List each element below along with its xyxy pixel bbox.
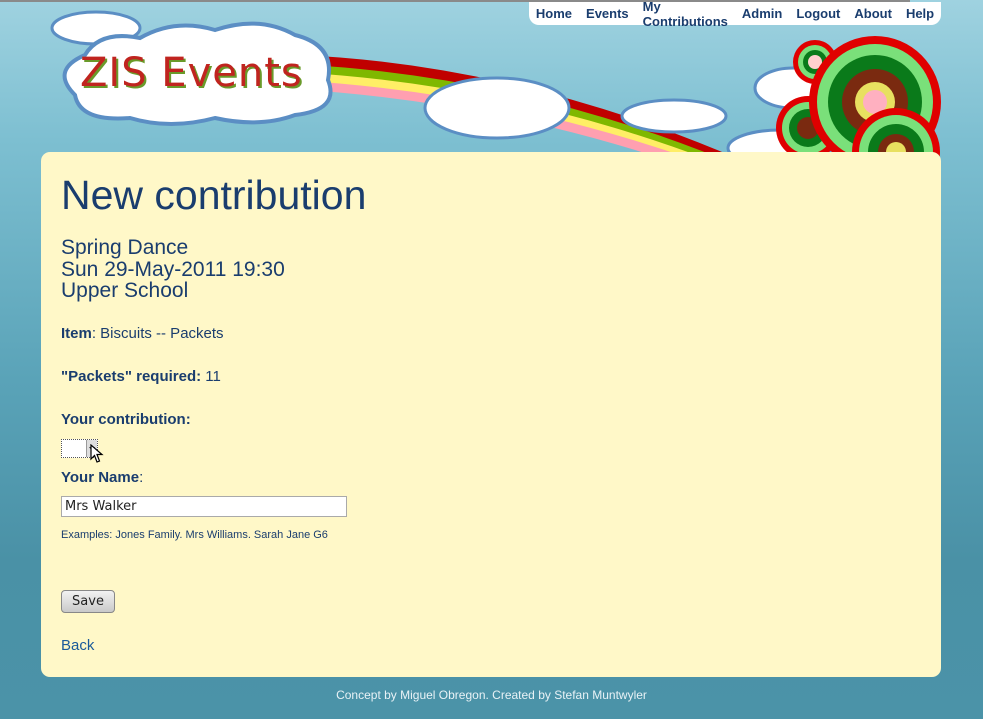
name-examples-hint: Examples: Jones Family. Mrs Williams. Sa…	[61, 529, 328, 541]
target-circles-graphic	[776, 36, 941, 160]
back-link[interactable]: Back	[61, 637, 94, 654]
event-location: Upper School	[61, 279, 189, 302]
nav-admin-link[interactable]: Admin	[735, 6, 789, 21]
name-label-suffix: :	[139, 469, 144, 486]
your-name-input[interactable]: Mrs Walker	[61, 496, 347, 517]
contribution-label-row: Your contribution:	[61, 411, 191, 428]
footer-credits: Concept by Miguel Obregon. Created by St…	[336, 688, 647, 702]
page-title: New contribution	[61, 172, 367, 218]
save-button[interactable]: Save	[61, 590, 115, 613]
item-value: : Biscuits -- Packets	[91, 325, 224, 342]
nav-about-link[interactable]: About	[847, 6, 899, 21]
required-value: 11	[205, 368, 221, 385]
contribution-label: Your contribution:	[61, 411, 191, 428]
top-nav: Home Events My Contributions Admin Logou…	[529, 0, 941, 29]
item-row: Item: Biscuits -- Packets	[61, 325, 224, 342]
item-label: Item	[61, 325, 92, 342]
mouse-cursor-icon	[90, 444, 104, 463]
name-label: Your Name	[61, 469, 140, 486]
name-label-row: Your Name:	[61, 469, 143, 486]
nav-logout-link[interactable]: Logout	[789, 6, 847, 21]
nav-events-link[interactable]: Events	[579, 6, 636, 21]
content-card: New contribution Spring Dance Sun 29-May…	[41, 152, 941, 677]
nav-home-link[interactable]: Home	[529, 6, 579, 21]
nav-help-link[interactable]: Help	[899, 6, 941, 21]
event-name: Spring Dance	[61, 236, 189, 259]
required-label: "Packets" required:	[61, 368, 202, 385]
site-logo[interactable]: ZIS Events	[80, 50, 303, 96]
required-row: "Packets" required: 11	[61, 368, 221, 385]
nav-my-contributions-link[interactable]: My Contributions	[636, 0, 735, 29]
